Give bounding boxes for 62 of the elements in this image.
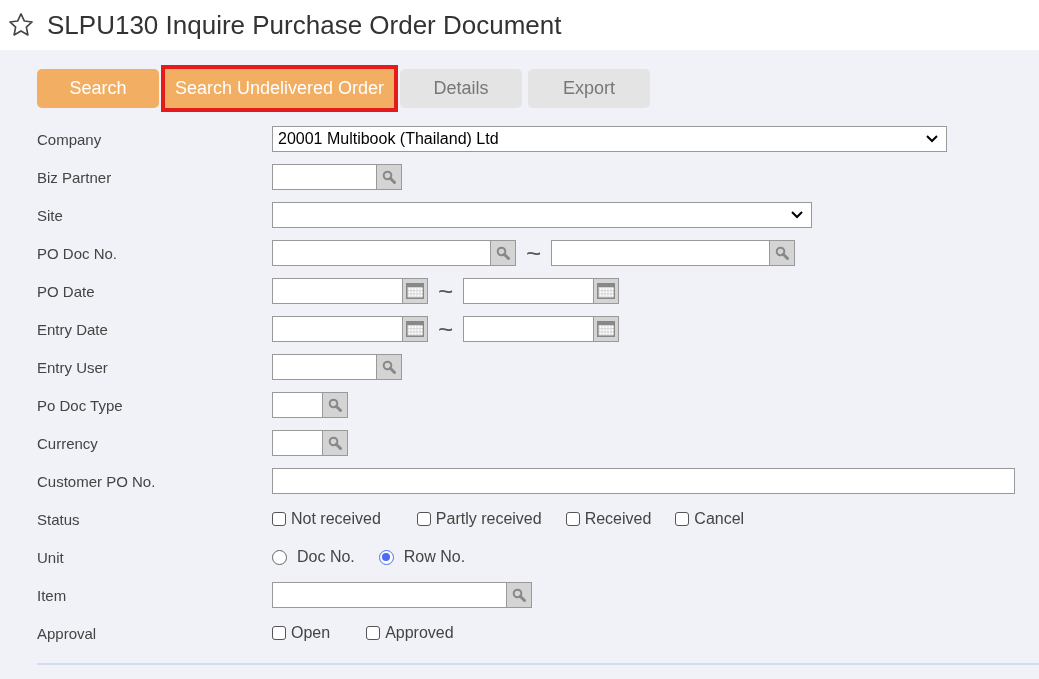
lookup-field[interactable]: [272, 430, 348, 456]
calendar-icon[interactable]: [406, 283, 424, 299]
lookup-field[interactable]: [272, 354, 402, 380]
radio-button[interactable]: [272, 549, 287, 565]
input-field[interactable]: [272, 468, 1015, 494]
checkbox[interactable]: [272, 512, 286, 526]
search-icon[interactable]: [382, 170, 396, 184]
radio-button[interactable]: [378, 549, 394, 565]
field-label: Item: [37, 586, 68, 604]
range-separator: ~: [526, 243, 542, 263]
date-field[interactable]: [272, 278, 428, 304]
checkbox-label[interactable]: Open: [291, 624, 331, 642]
field-label: Entry Date: [37, 320, 109, 338]
field-label: Unit: [37, 548, 65, 566]
checkbox[interactable]: [366, 626, 381, 640]
field-label: Po Doc Type: [37, 396, 124, 414]
field-label: Biz Partner: [37, 168, 113, 186]
search-icon[interactable]: [512, 588, 526, 602]
checkbox-label[interactable]: Partly received: [435, 510, 542, 528]
field-label: Customer PO No.: [37, 472, 157, 490]
checkbox[interactable]: [272, 626, 286, 640]
date-field[interactable]: [463, 316, 620, 342]
dropdown[interactable]: [272, 202, 812, 228]
chevron-down-icon: [926, 135, 938, 143]
field-label: Approval: [37, 624, 98, 642]
field-label: PO Doc No.: [37, 244, 119, 262]
calendar-icon[interactable]: [597, 283, 616, 299]
dropdown[interactable]: 20001 Multibook (Thailand) Ltd: [272, 126, 947, 152]
checkbox-label[interactable]: Received: [584, 510, 652, 528]
field-label: Company: [37, 130, 103, 148]
field-label: Currency: [37, 434, 99, 452]
checkbox-label[interactable]: Approved: [385, 624, 454, 642]
date-field[interactable]: [463, 278, 620, 304]
lookup-field[interactable]: [272, 392, 348, 418]
checkbox[interactable]: [675, 512, 690, 526]
page-title: SLPU130 Inquire Purchase Order Document: [47, 9, 562, 41]
radio-label[interactable]: Row No.: [403, 548, 466, 566]
search-icon[interactable]: [496, 246, 510, 260]
search-icon[interactable]: [382, 360, 396, 374]
field-label: Entry User: [37, 358, 109, 376]
lookup-field[interactable]: [272, 164, 402, 190]
checkbox-label[interactable]: Not received: [291, 510, 381, 528]
lookup-field[interactable]: [272, 240, 516, 266]
lookup-field[interactable]: [551, 240, 796, 266]
search-icon[interactable]: [328, 436, 342, 450]
checkbox-label[interactable]: Cancel: [694, 510, 745, 528]
lookup-field[interactable]: [272, 582, 532, 608]
calendar-icon[interactable]: [406, 321, 424, 337]
range-separator: ~: [438, 319, 454, 339]
checkbox[interactable]: [565, 512, 580, 526]
checkbox[interactable]: [416, 512, 431, 526]
radio-label[interactable]: Doc No.: [297, 548, 355, 566]
chevron-down-icon: [791, 211, 803, 219]
calendar-icon[interactable]: [597, 321, 616, 337]
date-field[interactable]: [272, 316, 428, 342]
search-icon[interactable]: [775, 246, 790, 260]
field-label: Site: [37, 206, 64, 224]
field-label: PO Date: [37, 282, 96, 300]
star-icon[interactable]: [7, 11, 35, 39]
search-icon[interactable]: [328, 398, 342, 412]
range-separator: ~: [438, 281, 454, 301]
field-label: Status: [37, 510, 81, 528]
